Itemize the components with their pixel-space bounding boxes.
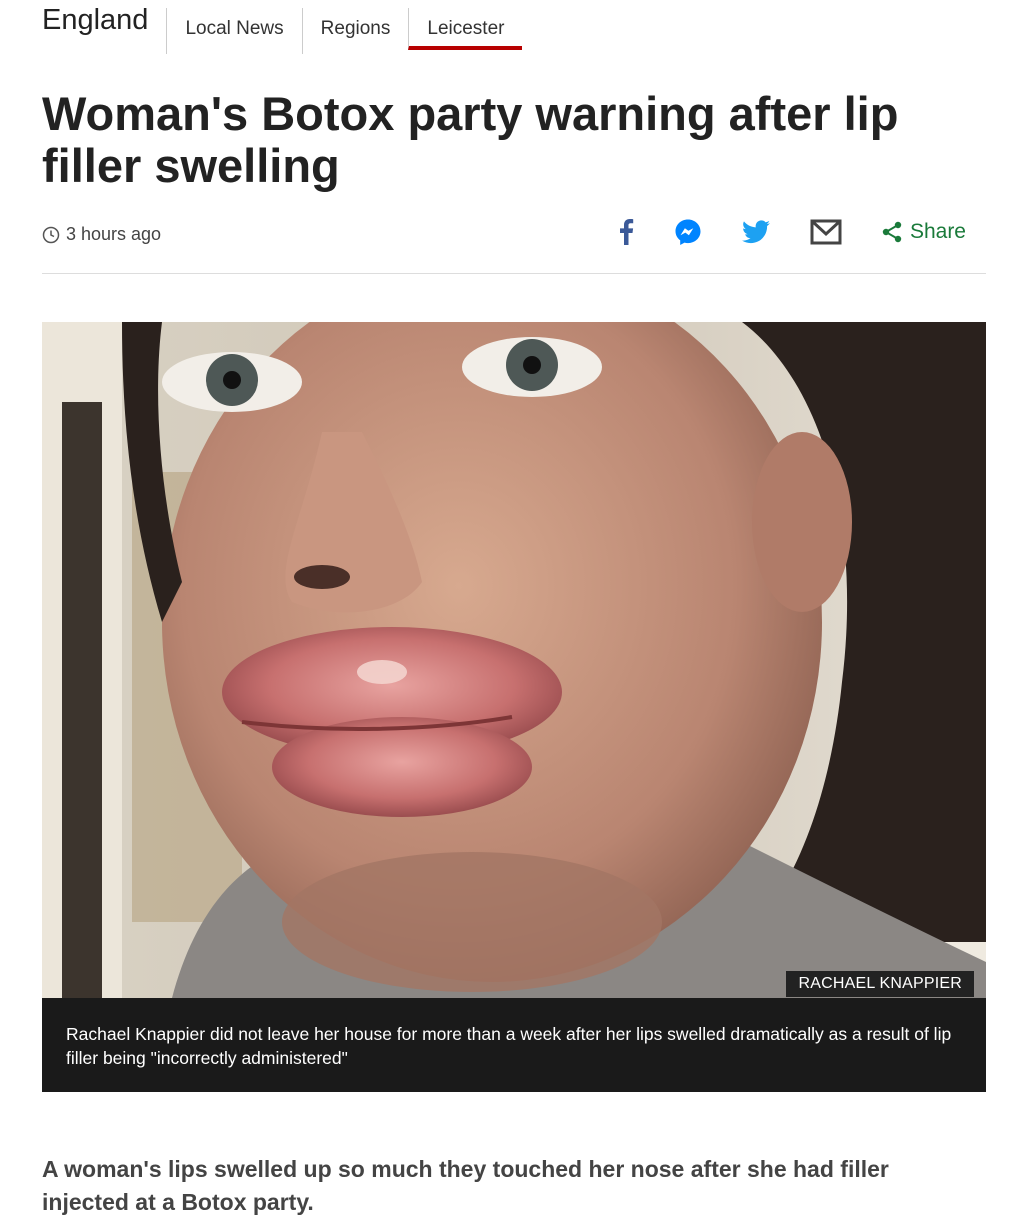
share-icon xyxy=(882,221,902,243)
image-credit: RACHAEL KNAPPIER xyxy=(786,971,974,997)
article-figure: RACHAEL KNAPPIER Rachael Knappier did no… xyxy=(42,322,986,1092)
image-caption: Rachael Knappier did not leave her house… xyxy=(66,1024,952,1068)
clock-icon xyxy=(42,226,60,243)
section-navigation: England Local News Regions Leicester xyxy=(42,0,523,54)
nav-item-regions[interactable]: Regions xyxy=(301,8,409,54)
share-label: Share xyxy=(909,220,966,243)
share-tools: Share xyxy=(578,218,966,246)
facebook-icon[interactable] xyxy=(618,219,634,245)
article-photo xyxy=(42,322,986,998)
article-meta: 3 hours ago Share xyxy=(42,218,986,254)
nav-item-local-news[interactable]: Local News xyxy=(166,8,301,54)
email-icon[interactable] xyxy=(810,219,842,245)
share-button[interactable]: Share xyxy=(880,220,966,244)
meta-divider xyxy=(42,273,986,274)
article-headline: Woman's Botox party warning after lip fi… xyxy=(42,87,899,192)
timestamp: 3 hours ago xyxy=(42,224,161,245)
messenger-icon[interactable] xyxy=(674,218,702,246)
section-title[interactable]: England xyxy=(42,0,148,36)
twitter-icon[interactable] xyxy=(741,220,770,244)
timestamp-text: 3 hours ago xyxy=(66,224,162,244)
article-lede: A woman's lips swelled up so much they t… xyxy=(42,1156,889,1215)
nav-item-leicester[interactable]: Leicester xyxy=(408,8,523,50)
